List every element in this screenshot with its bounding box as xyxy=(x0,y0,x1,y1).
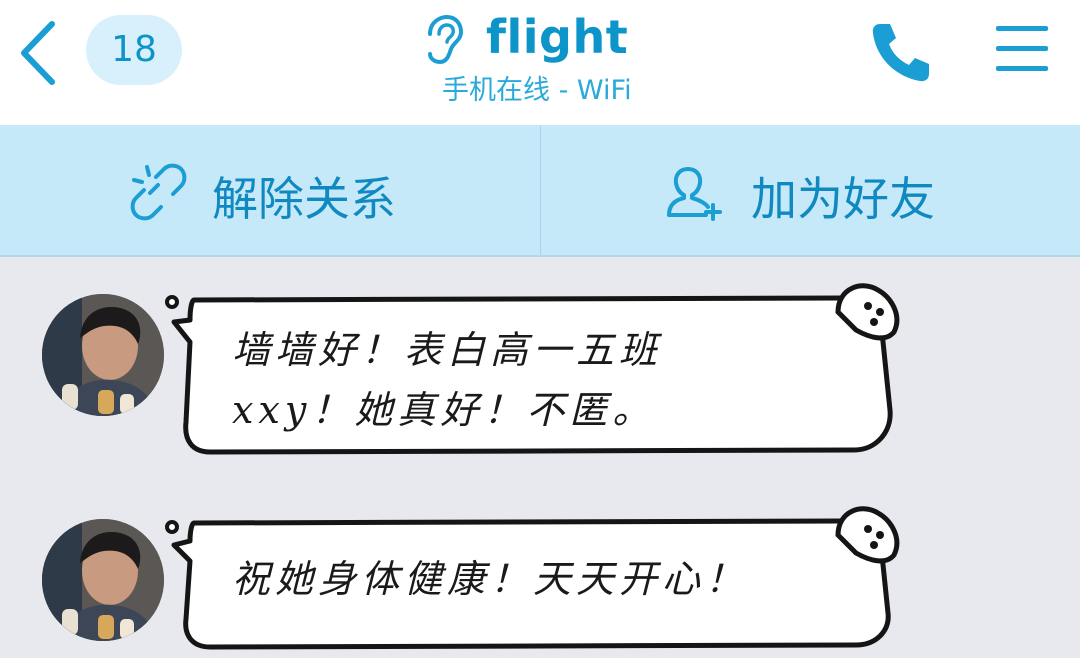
avatar[interactable] xyxy=(42,294,164,416)
unlink-label: 解除关系 xyxy=(212,172,396,226)
ear-icon xyxy=(428,14,464,65)
message-text: 祝她身体健康！天天开心！ xyxy=(232,549,748,609)
add-user-icon xyxy=(667,167,722,221)
chat-title-area[interactable]: flight 手机在线 - WiFi xyxy=(390,6,690,116)
message-line: xxy！她真好！不匿。 xyxy=(232,388,656,432)
chat-title: flight xyxy=(486,10,629,64)
menu-button[interactable] xyxy=(992,22,1054,78)
add-friend-label: 加为好友 xyxy=(751,172,935,226)
call-button[interactable] xyxy=(866,18,936,86)
unread-count-badge[interactable]: 18 xyxy=(86,15,182,85)
message-text: 墙墙好！表白高一五班 xxy！她真好！不匿。 xyxy=(232,320,662,440)
message-line: 祝她身体健康！天天开心！ xyxy=(232,557,749,601)
phone-icon xyxy=(872,24,929,82)
online-status: 手机在线 - WiFi xyxy=(442,75,632,106)
hamburger-menu-icon xyxy=(996,26,1048,71)
unlink-relation-button[interactable]: 解除关系 xyxy=(0,125,540,255)
add-friend-button[interactable]: 加为好友 xyxy=(541,125,1080,255)
relation-action-bar: 解除关系 加为好友 xyxy=(0,125,1080,257)
top-bar: 18 flight 手机在线 - WiFi xyxy=(0,0,1080,125)
message-line: 墙墙好！表白高一五班 xyxy=(232,328,663,372)
chevron-left-icon xyxy=(21,21,55,85)
back-button[interactable] xyxy=(14,18,64,88)
broken-link-icon xyxy=(130,163,187,221)
message-row: 墙墙好！表白高一五班 xxy！她真好！不匿。 xyxy=(0,282,1080,462)
avatar[interactable] xyxy=(42,519,164,641)
message-row: 祝她身体健康！天天开心！ xyxy=(0,505,1080,655)
